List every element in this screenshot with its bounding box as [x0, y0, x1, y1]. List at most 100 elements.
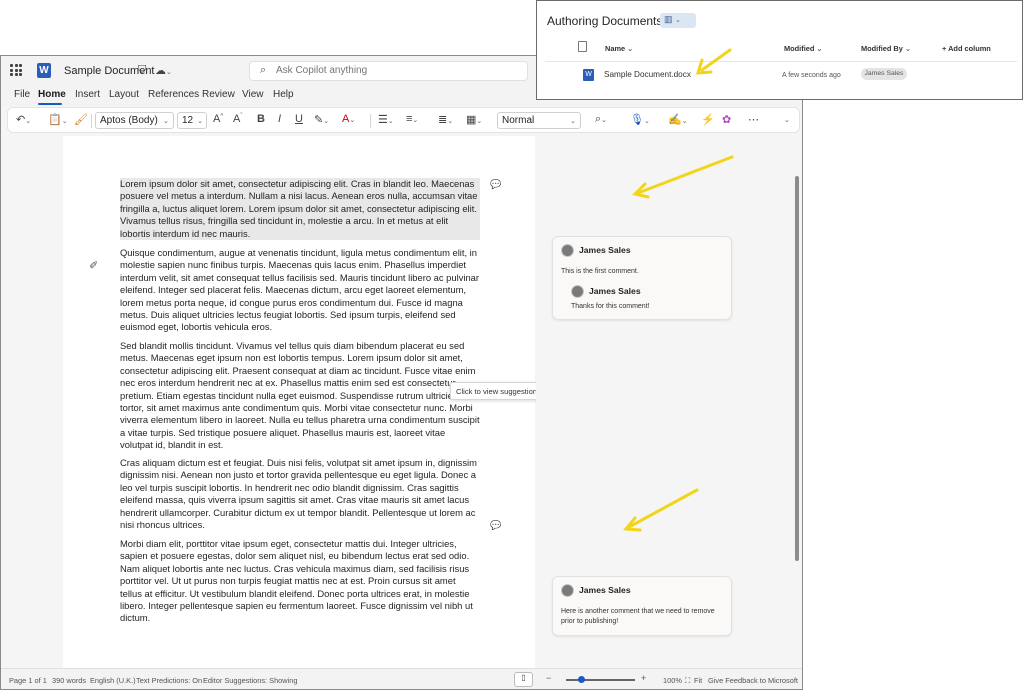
- paragraph[interactable]: Morbi diam elit, porttitor vitae ipsum e…: [120, 538, 480, 625]
- zoom-slider[interactable]: [566, 679, 635, 681]
- copilot-icon[interactable]: ✿: [722, 113, 731, 126]
- shield-icon[interactable]: ⛉: [138, 64, 146, 77]
- focus-mode-button[interactable]: ▯: [514, 672, 533, 687]
- grow-font-icon[interactable]: A^: [213, 113, 223, 125]
- ribbon-collapse-icon[interactable]: ⌄: [784, 113, 790, 125]
- text-predictions-status[interactable]: Text Predictions: On: [136, 676, 202, 685]
- cloud-saved-icon[interactable]: ☁⌄: [155, 64, 172, 77]
- numbering-icon[interactable]: ≡⌄: [406, 113, 418, 125]
- comment-author: James Sales: [579, 585, 631, 595]
- document-page[interactable]: Lorem ipsum dolor sit amet, consectetur …: [63, 136, 542, 668]
- library-icon: ▥: [664, 14, 673, 24]
- modified-by-badge[interactable]: James Sales: [861, 68, 907, 80]
- tab-layout[interactable]: Layout: [109, 89, 139, 100]
- word-count[interactable]: 390 words: [52, 676, 86, 685]
- dictate-icon[interactable]: 🎙⌄: [630, 113, 650, 126]
- avatar: [561, 244, 574, 257]
- tab-file[interactable]: File: [14, 89, 30, 100]
- comment-text: This is the first comment.: [561, 268, 639, 275]
- comments-pane: James Sales This is the first comment. J…: [536, 136, 797, 668]
- zoom-in-icon[interactable]: +: [641, 673, 646, 683]
- tab-view[interactable]: View: [242, 89, 264, 100]
- comment-author: James Sales: [579, 245, 631, 255]
- editor-suggestions-status[interactable]: Editor Suggestions: Showing: [203, 676, 298, 685]
- avatar: [571, 285, 584, 298]
- bullets-icon[interactable]: ☰⌄: [378, 113, 394, 126]
- tab-insert[interactable]: Insert: [75, 89, 100, 100]
- word-logo-icon: W: [37, 63, 51, 78]
- font-size-value: 12: [182, 115, 194, 126]
- modified-value: A few seconds ago: [782, 72, 841, 79]
- view-switcher-button[interactable]: ▥ ⌄: [660, 13, 696, 28]
- italic-button[interactable]: I: [278, 113, 281, 125]
- status-bar: Page 1 of 1 390 words English (U.K.) Tex…: [1, 668, 802, 689]
- paragraph[interactable]: Quisque condimentum, augue at venenatis …: [120, 247, 480, 334]
- format-painter-icon[interactable]: 🖌: [74, 113, 88, 126]
- find-icon[interactable]: ⌕⌄: [595, 113, 607, 126]
- language-indicator[interactable]: English (U.K.): [90, 676, 136, 685]
- column-name-label: Name: [605, 44, 626, 53]
- paragraph[interactable]: Sed blandit mollis tincidunt. Vivamus ve…: [120, 340, 480, 452]
- fit-icon[interactable]: ⛶: [685, 676, 690, 686]
- active-tab-indicator: [38, 103, 62, 105]
- divider: [545, 61, 1017, 62]
- font-size-select[interactable]: 12 ⌄: [177, 112, 207, 129]
- borders-icon[interactable]: ▦⌄: [466, 113, 482, 126]
- column-modified-label: Modified: [784, 44, 815, 53]
- column-header-modified-by[interactable]: Modified By ⌄: [861, 44, 911, 53]
- word-window: W Sample Document ⛉ ☁⌄ ⌕ File Home Inser…: [0, 55, 803, 690]
- tab-help[interactable]: Help: [273, 89, 294, 100]
- undo-icon[interactable]: ↶⌄: [16, 113, 31, 126]
- bold-button[interactable]: B: [257, 113, 265, 125]
- zoom-out-icon[interactable]: −: [546, 673, 551, 683]
- font-family-value: Aptos (Body): [100, 115, 158, 126]
- column-modified-by-label: Modified By: [861, 44, 903, 53]
- column-header-modified[interactable]: Modified ⌄: [784, 44, 822, 53]
- align-icon[interactable]: ≣⌄: [438, 113, 453, 126]
- highlight-icon[interactable]: ✎⌄: [314, 113, 329, 126]
- font-family-select[interactable]: Aptos (Body) ⌄: [95, 112, 174, 129]
- search-icon: ⌕: [260, 64, 267, 76]
- divider: [91, 114, 92, 128]
- tab-review[interactable]: Review: [202, 89, 235, 100]
- library-title: Authoring Documents: [547, 14, 663, 28]
- ribbon-toolbar: ↶⌄ 📋⌄ 🖌 Aptos (Body) ⌄ 12 ⌄ A^ Aˇ B I U ✎⌄…: [7, 107, 800, 133]
- shrink-font-icon[interactable]: Aˇ: [233, 113, 242, 125]
- app-launcher-icon[interactable]: [10, 64, 22, 76]
- copilot-search-box[interactable]: ⌕: [249, 61, 528, 81]
- copilot-search-input[interactable]: [276, 65, 516, 76]
- editor-suggestion-icon[interactable]: ✐: [89, 259, 98, 272]
- tab-references[interactable]: References: [148, 89, 199, 100]
- comment-marker-icon[interactable]: 💬: [490, 520, 501, 531]
- comment-text: Here is another comment that we need to …: [561, 608, 715, 625]
- zoom-level[interactable]: 100%: [663, 676, 682, 685]
- page-count: Page 1 of 1: [9, 676, 47, 685]
- paragraph[interactable]: Cras aliquam dictum est et feugiat. Duis…: [120, 457, 480, 531]
- vertical-scrollbar[interactable]: [795, 176, 799, 561]
- comment-card[interactable]: James Sales Here is another comment that…: [552, 576, 732, 636]
- underline-button[interactable]: U: [295, 113, 303, 125]
- sharepoint-library-panel: Authoring Documents ▥ ⌄ Name ⌄ Modified …: [536, 0, 1023, 100]
- file-type-icon: [578, 41, 587, 52]
- reply-author: James Sales: [589, 286, 641, 296]
- zoom-slider-thumb[interactable]: [578, 676, 585, 683]
- more-options-icon[interactable]: ⋯: [748, 113, 759, 126]
- suggestions-tooltip: Click to view suggestions: [450, 382, 542, 400]
- paste-icon[interactable]: 📋⌄: [48, 113, 68, 126]
- add-column-button[interactable]: + Add column: [942, 44, 991, 53]
- paragraph[interactable]: Lorem ipsum dolor sit amet, consectetur …: [120, 178, 480, 241]
- column-header-name[interactable]: Name ⌄: [605, 44, 633, 53]
- divider: [370, 114, 371, 128]
- feedback-link[interactable]: Give Feedback to Microsoft: [708, 676, 798, 685]
- fit-button[interactable]: Fit: [694, 676, 702, 685]
- designer-icon[interactable]: ⚡: [701, 113, 715, 126]
- file-name-link[interactable]: Sample Document.docx: [604, 70, 691, 79]
- comment-marker-icon[interactable]: 💬: [490, 179, 501, 190]
- style-select[interactable]: Normal ⌄: [497, 112, 581, 129]
- editor-icon[interactable]: ✍⌄: [668, 113, 688, 126]
- font-color-icon[interactable]: A⌄: [342, 113, 355, 125]
- avatar: [561, 584, 574, 597]
- comment-card[interactable]: James Sales This is the first comment. J…: [552, 236, 732, 320]
- tab-home[interactable]: Home: [38, 89, 66, 100]
- reply-text: Thanks for this comment!: [571, 303, 650, 310]
